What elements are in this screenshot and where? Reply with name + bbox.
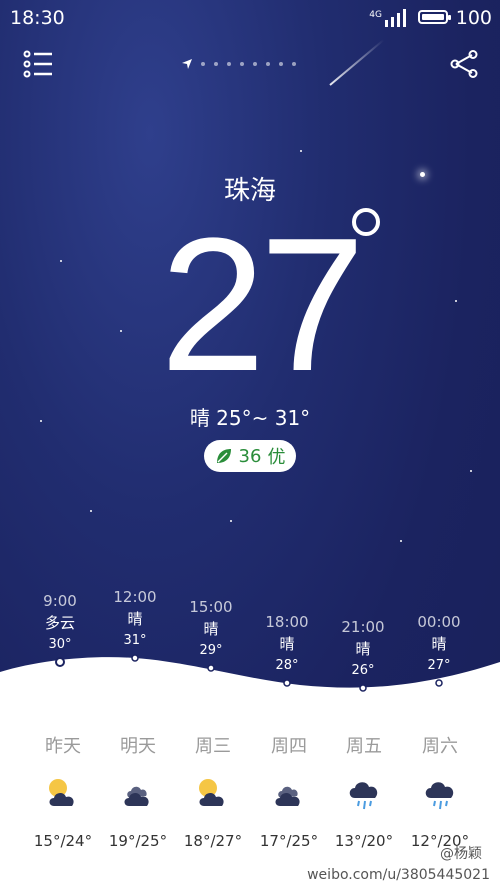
- page-dot[interactable]: [227, 62, 231, 66]
- rain-icon: [425, 782, 454, 810]
- city-list-button[interactable]: [22, 48, 54, 80]
- aqi-label: 优: [267, 447, 286, 468]
- weather-screen: 18:30 4G 100 珠海 27 晴 25°~ 31° 36 优 9:00 …: [0, 0, 500, 889]
- day-name: 周四: [271, 736, 307, 757]
- watermark-url: weibo.com/u/3805445021: [307, 867, 490, 883]
- watermark-handle: @杨颖: [440, 846, 482, 862]
- share-button[interactable]: [448, 48, 480, 80]
- page-dot[interactable]: [201, 62, 205, 66]
- hour-point: [131, 654, 139, 662]
- star: [90, 510, 92, 512]
- day-range: 18°/27°: [183, 832, 243, 850]
- day-range: 13°/20°: [334, 832, 394, 850]
- list-menu-icon: [23, 50, 52, 78]
- star: [400, 540, 402, 542]
- hour-point: [359, 684, 367, 692]
- day-name: 周六: [422, 736, 458, 757]
- star: [300, 150, 302, 152]
- day-name: 明天: [120, 736, 156, 757]
- status-bar: 18:30 4G 100: [0, 0, 500, 36]
- day-item[interactable]: 明天 19°/25°: [100, 732, 176, 850]
- page-dot[interactable]: [253, 62, 257, 66]
- hour-point: [283, 679, 291, 687]
- hour-point: [207, 664, 215, 672]
- star: [470, 470, 472, 472]
- current-temperature: 27: [160, 199, 365, 411]
- degree-symbol: [352, 208, 380, 236]
- day-name: 周三: [195, 736, 231, 757]
- page-dot[interactable]: [214, 62, 218, 66]
- cloud-icon: [275, 786, 300, 806]
- page-dot[interactable]: [279, 62, 283, 66]
- hour-point: [435, 679, 443, 687]
- star: [120, 330, 122, 332]
- signal-icon: [385, 9, 406, 27]
- day-item[interactable]: 周三 18°/27°: [175, 732, 251, 850]
- day-range: 19°/25°: [108, 832, 168, 850]
- star: [230, 520, 232, 522]
- aqi-value: 36: [238, 445, 262, 467]
- rain-icon: [349, 782, 378, 810]
- share-icon: [450, 50, 478, 78]
- battery-level: 100: [455, 7, 492, 29]
- aqi-badge[interactable]: 36 优: [204, 440, 296, 472]
- day-name: 昨天: [45, 736, 81, 757]
- leaf-icon: [216, 449, 231, 463]
- condition-range: 晴 25°~ 31°: [189, 406, 311, 430]
- page-indicator[interactable]: [182, 58, 296, 70]
- day-item[interactable]: 昨天 15°/24°: [25, 732, 101, 850]
- day-range: 17°/25°: [259, 832, 319, 850]
- location-arrow-icon: [182, 59, 192, 69]
- day-range: 15°/24°: [33, 832, 93, 850]
- temperature-wave: [0, 654, 500, 730]
- day-item[interactable]: 周四 17°/25°: [251, 732, 327, 850]
- day-item[interactable]: 周六 12°/20°: [402, 732, 478, 850]
- day-item[interactable]: 周五 13°/20°: [326, 732, 402, 850]
- shooting-star: [329, 39, 385, 86]
- sun-cloud-icon: [199, 779, 224, 806]
- daily-forecast: 昨天 15°/24° 明天 19°/25° 周三 18°/27° 周四 17°/…: [0, 720, 500, 889]
- star: [455, 300, 457, 302]
- page-dot[interactable]: [240, 62, 244, 66]
- star: [60, 260, 62, 262]
- battery-icon: [418, 10, 451, 24]
- day-name: 周五: [346, 736, 382, 757]
- sun-cloud-icon: [49, 779, 74, 806]
- status-time: 18:30: [10, 7, 65, 29]
- page-dot[interactable]: [292, 62, 296, 66]
- cloud-icon: [124, 786, 149, 806]
- page-dot[interactable]: [266, 62, 270, 66]
- network-type: 4G: [369, 10, 382, 20]
- hour-point: [55, 657, 65, 667]
